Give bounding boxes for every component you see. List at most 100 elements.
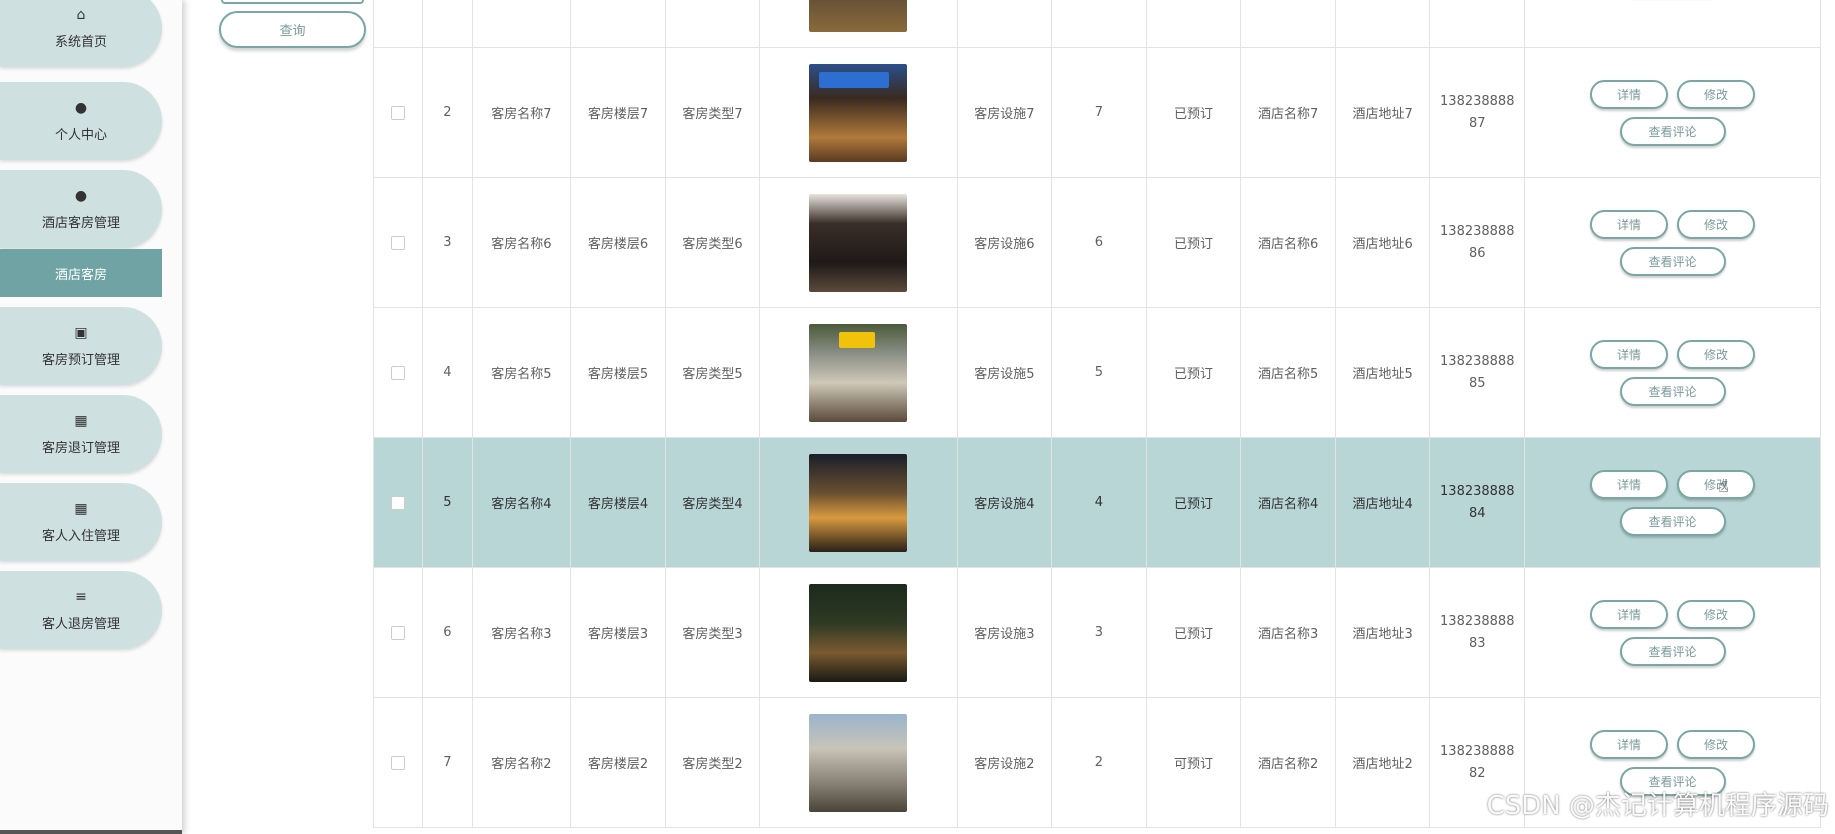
room-photo: [809, 323, 908, 422]
cell-hotel-address: 酒店地址4: [1334, 437, 1431, 568]
edit-button[interactable]: 修改: [1677, 209, 1756, 239]
cell-room-type: 客房类型4: [664, 437, 761, 568]
cell-hotel-name: 酒店名称7: [1240, 47, 1336, 178]
cell-room-type: 客房类型6: [664, 177, 761, 308]
sidebar-bottom-bar: [0, 830, 182, 834]
cell-room-name: 客房名称4: [471, 437, 572, 568]
row-checkbox[interactable]: [391, 365, 406, 380]
cell-price: 5: [1051, 307, 1147, 438]
detail-button[interactable]: 详情: [1590, 729, 1669, 759]
cell-hotel-name: 酒店名称3: [1240, 567, 1336, 698]
menu-item-guest-checkin-management[interactable]: ▦ 客人入住管理: [0, 483, 162, 561]
view-reviews-button[interactable]: 查看评论: [1619, 116, 1726, 146]
cell-phone: 138238888 85: [1429, 307, 1526, 438]
menu-item-label: 客房退订管理: [41, 440, 120, 456]
person-icon: ●: [74, 99, 88, 116]
row-checkbox[interactable]: [391, 235, 406, 250]
cell-status: 已预订: [1145, 307, 1242, 438]
view-reviews-button[interactable]: 查看评论: [1619, 636, 1726, 666]
row-checkbox[interactable]: [391, 755, 406, 770]
cell-phone: 138238888 84: [1429, 437, 1526, 568]
grid-icon: ▦: [74, 412, 88, 429]
edit-button[interactable]: 修改: [1677, 729, 1756, 759]
cell-hotel-name: 酒店名称6: [1240, 177, 1336, 308]
edit-button[interactable]: 修改: [1677, 599, 1756, 629]
cell-room-facility: 客房设施4: [956, 437, 1053, 568]
cell-index: 6: [422, 567, 473, 698]
detail-button[interactable]: 详情: [1590, 339, 1669, 369]
detail-button[interactable]: 详情: [1590, 79, 1669, 109]
view-reviews-button[interactable]: 查看评论: [1619, 506, 1726, 536]
table-row: 4 客房名称5 客房楼层5 客房类型5 客房设施5 5 已预订 酒店名称5 酒店…: [373, 307, 1821, 438]
cell-room-floor: 客房楼层2: [570, 697, 666, 828]
detail-button[interactable]: 详情: [1590, 469, 1669, 499]
table-row: 3 客房名称6 客房楼层6 客房类型6 客房设施6 6 已预订 酒店名称6 酒店…: [373, 177, 1821, 308]
cell-status: 已预订: [1145, 567, 1242, 698]
cell-room-facility: 客房设施3: [956, 567, 1053, 698]
menu-item-room-booking-management[interactable]: ▣ 客房预订管理: [0, 307, 162, 385]
cell-status: 已预订: [1145, 437, 1242, 568]
edit-button[interactable]: 修改: [1677, 339, 1756, 369]
cell-room-floor: 客房楼层6: [570, 177, 666, 308]
cell-index: 7: [422, 697, 473, 828]
hand-cursor-icon: ☝: [1718, 476, 1729, 497]
cell-room-floor: 客房楼层5: [570, 307, 666, 438]
cell-room-name: 客房名称3: [471, 567, 572, 698]
menu-item-label: 客人退房管理: [41, 616, 120, 632]
room-photo: [809, 0, 908, 32]
cell-room-type: 客房类型3: [664, 567, 761, 698]
cell-price: 7: [1051, 47, 1147, 178]
menu-item-label: 酒店客房管理: [41, 215, 120, 231]
menu-item-home[interactable]: ⌂ 系统首页: [0, 0, 162, 67]
menu-item-hotel-room-management[interactable]: ● 酒店客房管理: [0, 170, 162, 248]
cell-phone: 138238888 83: [1429, 567, 1526, 698]
home-icon: ⌂: [76, 6, 86, 23]
cell-status: 已预订: [1145, 47, 1242, 178]
submenu-item-hotel-room[interactable]: 酒店客房: [0, 249, 162, 297]
cell-index: 3: [422, 177, 473, 308]
cell-room-type: 客房类型5: [664, 307, 761, 438]
row-checkbox[interactable]: [391, 495, 406, 510]
menu-item-room-cancellation-management[interactable]: ▦ 客房退订管理: [0, 395, 162, 473]
menu-item-label: 系统首页: [54, 34, 107, 50]
row-checkbox[interactable]: [391, 625, 406, 640]
cell-room-name: 客房名称2: [471, 697, 572, 828]
query-button[interactable]: 查询: [219, 11, 366, 48]
menu-item-label: 客人入住管理: [41, 528, 120, 544]
cell-index: 2: [422, 47, 473, 178]
view-reviews-button[interactable]: 查看评论: [1619, 376, 1726, 406]
table-row: 6 客房名称3 客房楼层3 客房类型3 客房设施3 3 已预订 酒店名称3 酒店…: [373, 567, 1821, 698]
cell-room-floor: 客房楼层3: [570, 567, 666, 698]
watermark: CSDN @杰记计算机程序源码: [1486, 791, 1829, 821]
table-row: 2 客房名称7 客房楼层7 客房类型7 客房设施7 7 已预订 酒店名称7 酒店…: [373, 47, 1821, 178]
edit-button[interactable]: 修改: [1677, 469, 1756, 499]
cell-room-floor: 客房楼层4: [570, 437, 666, 568]
cell-price: 6: [1051, 177, 1147, 308]
cell-room-type: 客房类型7: [664, 47, 761, 178]
cell-status: 可预订: [1145, 697, 1242, 828]
search-field-edge: [221, 0, 364, 4]
room-photo: [809, 583, 908, 682]
cell-room-floor: 客房楼层7: [570, 47, 666, 178]
cell-hotel-address: 酒店地址2: [1334, 697, 1431, 828]
person-badge-icon: ●: [74, 187, 88, 204]
grid-icon: ▦: [74, 500, 88, 517]
cell-phone: 138238888 86: [1429, 177, 1526, 308]
cell-price: 2: [1051, 697, 1147, 828]
room-table: 查看评论 2 客房名称7 客房楼层7 客房类型7 客房设施7 7 已预订 酒店名…: [373, 0, 1821, 834]
detail-button[interactable]: 详情: [1590, 599, 1669, 629]
room-photo: [809, 193, 908, 292]
cell-room-facility: 客房设施6: [956, 177, 1053, 308]
menu-item-label: 客房预订管理: [41, 352, 120, 368]
view-reviews-button[interactable]: 查看评论: [1619, 246, 1726, 276]
menu-item-guest-checkout-management[interactable]: ≡ 客人退房管理: [0, 571, 162, 649]
detail-button[interactable]: 详情: [1590, 209, 1669, 239]
menu-item-personal-center[interactable]: ● 个人中心: [0, 82, 162, 160]
room-photo: [809, 63, 908, 162]
row-checkbox[interactable]: [391, 105, 406, 120]
cell-index: 4: [422, 307, 473, 438]
edit-button[interactable]: 修改: [1677, 79, 1756, 109]
table-row: 查看评论: [373, 0, 1821, 48]
cell-room-facility: 客房设施5: [956, 307, 1053, 438]
cell-phone: 138238888 87: [1429, 47, 1526, 178]
